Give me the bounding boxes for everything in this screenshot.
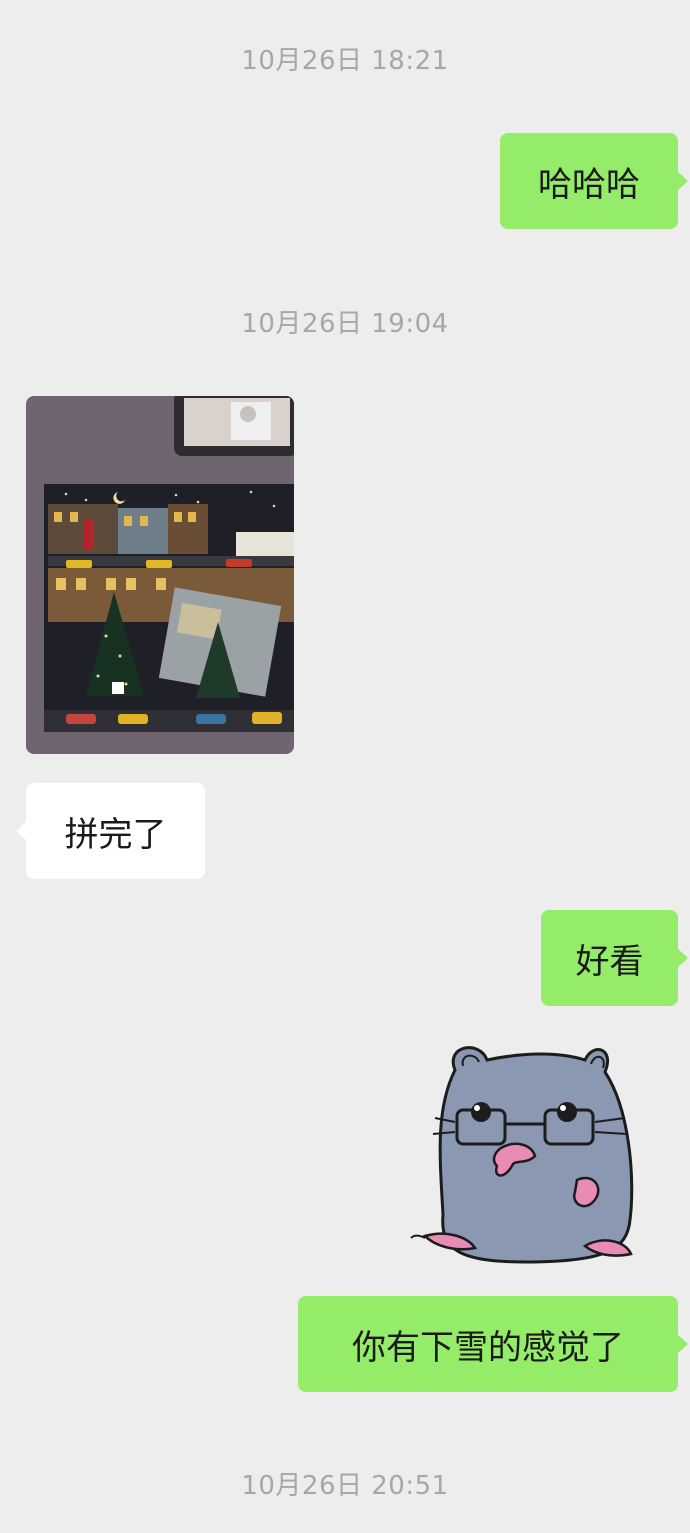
message-bubble-received[interactable]: 拼完了: [16, 783, 205, 879]
bubble-tail: [677, 1334, 688, 1354]
timestamp: 10月26日 20:51: [241, 1471, 449, 1501]
message-text: 你有下雪的感觉了: [352, 1327, 624, 1368]
photo-message[interactable]: [26, 396, 294, 754]
message-bubble-sent[interactable]: 你有下雪的感觉了: [298, 1296, 688, 1392]
bubble-tail: [16, 821, 27, 841]
message-text: 好看: [575, 941, 644, 982]
hamster-sticker-icon: [410, 1046, 634, 1264]
bubble-tail: [677, 948, 688, 968]
message-bubble-sent[interactable]: 哈哈哈: [500, 133, 688, 229]
sticker-message[interactable]: [405, 1040, 640, 1270]
timestamp: 10月26日 19:04: [241, 309, 449, 339]
message-text: 拼完了: [64, 814, 167, 855]
message-bubble-sent[interactable]: 好看: [541, 910, 688, 1006]
timestamp: 10月26日 18:21: [241, 46, 449, 76]
puzzle-photo-image: [26, 396, 294, 754]
message-text: 哈哈哈: [538, 164, 640, 205]
bubble-tail: [677, 171, 688, 191]
